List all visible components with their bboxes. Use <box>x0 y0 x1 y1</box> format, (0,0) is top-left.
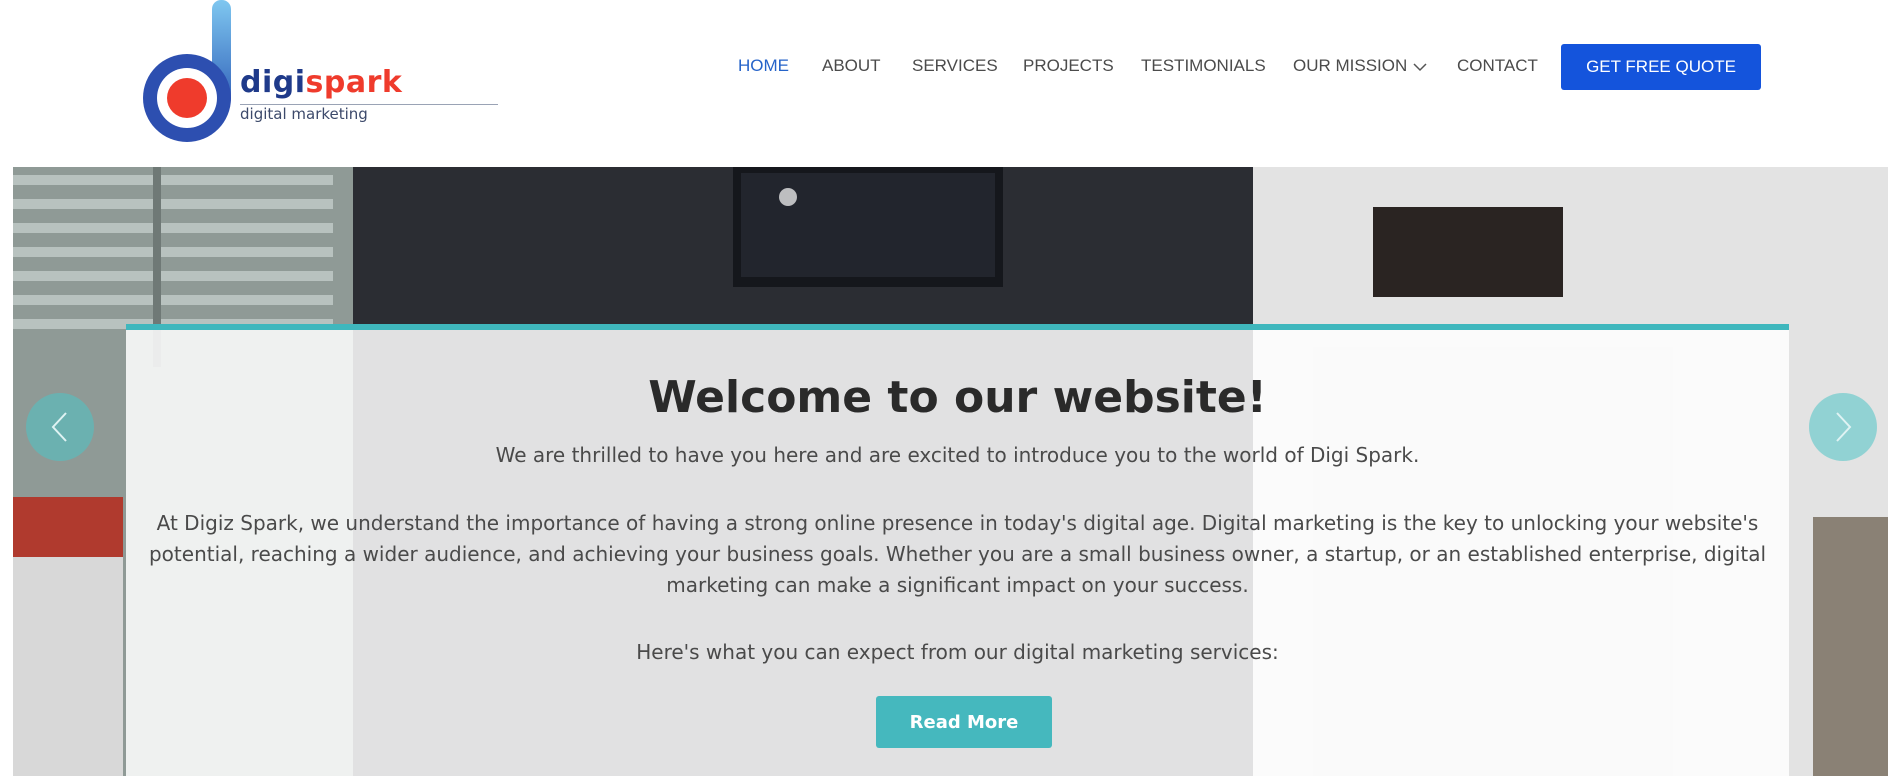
hero-description-text: At Digiz Spark, we understand the import… <box>148 511 1767 597</box>
chevron-left-icon <box>51 412 67 442</box>
read-more-button[interactable]: Read More <box>876 696 1052 748</box>
hero-intro-text: We are thrilled to have you here and are… <box>495 443 1420 467</box>
hero-card: Welcome to our website! We are thrilled … <box>126 324 1789 776</box>
nav-testimonials[interactable]: TESTIMONIALS <box>1141 56 1266 76</box>
chevron-right-icon <box>1836 412 1852 442</box>
nav-home[interactable]: HOME <box>738 56 789 76</box>
get-free-quote-button[interactable]: GET FREE QUOTE <box>1561 44 1761 90</box>
logo-tagline: digital marketing <box>240 105 368 123</box>
nav-services[interactable]: SERVICES <box>912 56 998 76</box>
logo-mark-icon <box>143 0 231 142</box>
nav-projects[interactable]: PROJECTS <box>1023 56 1114 76</box>
slider-prev-button[interactable] <box>26 393 94 461</box>
chevron-down-icon <box>1413 62 1427 71</box>
hero-title: Welcome to our website! <box>648 372 1267 423</box>
logo-wordmark-part1: digi <box>240 65 306 100</box>
slider-next-button[interactable] <box>1809 393 1877 461</box>
site-header: digispark digital marketing HOME ABOUT S… <box>0 0 1888 167</box>
nav-our-mission-label: OUR MISSION <box>1293 56 1408 75</box>
nav-our-mission[interactable]: OUR MISSION <box>1293 56 1427 76</box>
logo-wordmark-part2: spark <box>305 65 403 100</box>
logo-wordmark: digispark <box>240 68 402 98</box>
nav-contact[interactable]: CONTACT <box>1457 56 1538 76</box>
hero-slider: Welcome to our website! We are thrilled … <box>13 167 1888 776</box>
logo[interactable]: digispark digital marketing <box>140 0 498 145</box>
nav-about[interactable]: ABOUT <box>822 56 881 76</box>
hero-services-lead-text: Here's what you can expect from our digi… <box>636 640 1279 664</box>
